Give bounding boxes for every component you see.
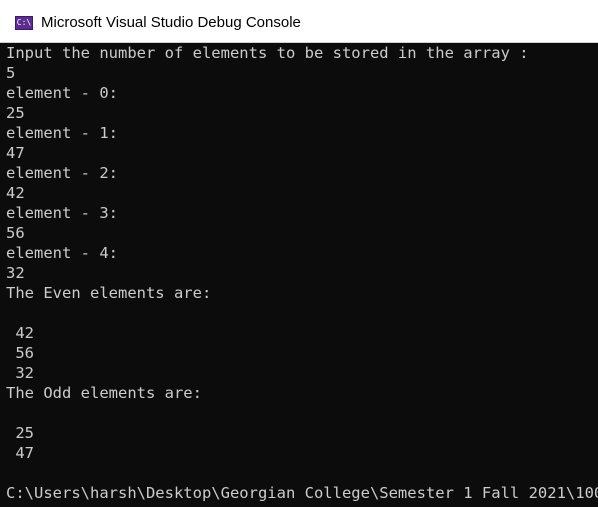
console-line: Input the number of elements to be store… [6,44,529,62]
console-line: element - 1: [6,124,118,142]
console-line: The Odd elements are: [6,384,202,402]
console-line: C:\Users\harsh\Desktop\Georgian College\… [6,484,598,502]
console-line: 32 [6,264,25,282]
console-output[interactable]: Input the number of elements to be store… [0,43,598,507]
title-bar[interactable]: C:\ Microsoft Visual Studio Debug Consol… [0,0,598,43]
console-line: element - 3: [6,204,118,222]
console-line: 25 [6,424,34,442]
console-line: 5 [6,64,16,82]
console-line: element - 4: [6,244,118,262]
console-line: 47 [6,144,25,162]
console-app-icon-label: C:\ [16,18,32,27]
console-line: 56 [6,344,34,362]
console-line: 56 [6,224,25,242]
console-line: element - 2: [6,164,118,182]
console-line: element - 0: [6,84,118,102]
console-line: 47 [6,444,34,462]
console-app-icon: C:\ [15,16,33,30]
console-line: 25 [6,104,25,122]
debug-console-window: C:\ Microsoft Visual Studio Debug Consol… [0,0,598,507]
window-title: Microsoft Visual Studio Debug Console [41,14,301,31]
console-line: 32 [6,364,34,382]
console-line: 42 [6,324,34,342]
console-line: 42 [6,184,25,202]
console-line: The Even elements are: [6,284,212,302]
